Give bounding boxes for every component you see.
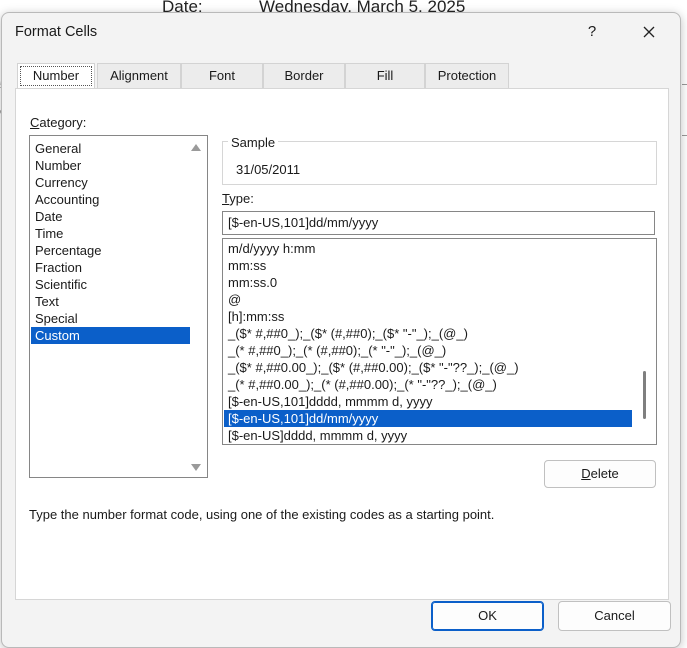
delete-accel: D xyxy=(581,466,591,481)
tab-label: Border xyxy=(284,68,324,83)
tab-focus-rect xyxy=(20,66,92,86)
scroll-down-arrow-icon[interactable] xyxy=(191,464,201,471)
type-label-rest: ype: xyxy=(229,191,254,206)
background-gridline xyxy=(682,84,687,85)
category-item-general[interactable]: General xyxy=(31,140,190,157)
category-item-scientific[interactable]: Scientific xyxy=(31,276,190,293)
type-item[interactable]: [$-en-US]dddd, mmmm d, yyyy xyxy=(224,427,632,444)
category-label-accel: C xyxy=(30,115,40,130)
type-item[interactable]: _($* #,##0.00_);_($* (#,##0.00);_($* "-"… xyxy=(224,359,632,376)
type-item[interactable]: _(* #,##0_);_(* (#,##0);_(* "-"_);_(@_) xyxy=(224,342,632,359)
delete-label-rest: elete xyxy=(590,466,619,481)
category-item-accounting[interactable]: Accounting xyxy=(31,191,190,208)
tab-label: Font xyxy=(208,68,235,83)
category-label: Category: xyxy=(30,115,86,130)
category-item-number[interactable]: Number xyxy=(31,157,190,174)
category-item-fraction[interactable]: Fraction xyxy=(31,259,190,276)
ok-button[interactable]: OK xyxy=(431,601,544,631)
sample-title: Sample xyxy=(228,135,279,150)
category-label-rest: ategory: xyxy=(39,115,87,130)
help-button[interactable]: ? xyxy=(580,17,604,47)
scroll-up-arrow-icon[interactable] xyxy=(191,144,201,151)
number-tab-panel: Category: General Number Currency Accoun… xyxy=(15,88,669,600)
category-item-date[interactable]: Date xyxy=(31,208,190,225)
tab-alignment[interactable]: Alignment xyxy=(97,63,181,88)
category-item-currency[interactable]: Currency xyxy=(31,174,190,191)
cancel-button[interactable]: Cancel xyxy=(558,601,671,631)
type-item-selected[interactable]: [$-en-US,101]dd/mm/yyyy xyxy=(224,410,632,427)
category-item-time[interactable]: Time xyxy=(31,225,190,242)
format-cells-dialog: Format Cells ? Number Alignment Font Bor… xyxy=(1,12,681,648)
type-item[interactable]: _($* #,##0_);_($* (#,##0);_($* "-"_);_(@… xyxy=(224,325,632,342)
delete-button[interactable]: Delete xyxy=(544,460,656,488)
type-list-scrollbar-thumb[interactable] xyxy=(643,371,646,419)
tab-number[interactable]: Number xyxy=(17,63,95,89)
sample-value: 31/05/2011 xyxy=(236,162,301,177)
type-label: Type: xyxy=(222,191,254,206)
close-icon xyxy=(643,26,655,38)
tab-border[interactable]: Border xyxy=(263,63,345,88)
tab-label: Protection xyxy=(437,68,497,83)
hint-text: Type the number format code, using one o… xyxy=(29,507,495,522)
type-list[interactable]: m/d/yyyy h:mm mm:ss mm:ss.0 @ [h]:mm:ss … xyxy=(222,238,657,445)
tab-fill[interactable]: Fill xyxy=(345,63,425,88)
type-item[interactable]: mm:ss xyxy=(224,257,632,274)
category-item-custom[interactable]: Custom xyxy=(31,327,190,344)
background-gridline xyxy=(682,135,687,136)
category-item-text[interactable]: Text xyxy=(31,293,190,310)
type-item[interactable]: @ xyxy=(224,291,632,308)
category-item-percentage[interactable]: Percentage xyxy=(31,242,190,259)
type-item[interactable]: m/d/yyyy h:mm xyxy=(224,240,632,257)
type-item[interactable]: mm:ss.0 xyxy=(224,274,632,291)
type-item[interactable]: _(* #,##0.00_);_(* (#,##0.00);_(* "-"??_… xyxy=(224,376,632,393)
close-button[interactable] xyxy=(632,17,666,47)
dialog-title: Format Cells xyxy=(15,24,98,40)
tab-label: Fill xyxy=(376,68,394,83)
sample-group: Sample 31/05/2011 xyxy=(222,135,657,185)
type-item[interactable]: [h]:mm:ss xyxy=(224,308,632,325)
category-list[interactable]: General Number Currency Accounting Date … xyxy=(29,135,208,478)
category-item-special[interactable]: Special xyxy=(31,310,190,327)
tab-label: Alignment xyxy=(110,68,168,83)
tab-protection[interactable]: Protection xyxy=(425,63,509,88)
type-item[interactable]: [$-en-US,101]dddd, mmmm d, yyyy xyxy=(224,393,632,410)
tab-font[interactable]: Font xyxy=(181,63,263,88)
type-input[interactable]: [$-en-US,101]dd/mm/yyyy xyxy=(222,211,655,235)
